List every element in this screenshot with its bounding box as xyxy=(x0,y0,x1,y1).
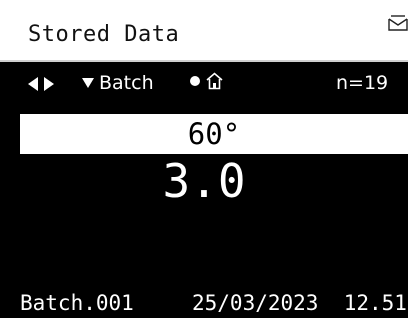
title-bar: Stored Data xyxy=(0,0,408,62)
footer-bar: Batch.001 25/03/2023 12.51 xyxy=(0,288,408,318)
filled-dot-icon xyxy=(190,76,200,86)
page-title: Stored Data xyxy=(28,22,180,47)
home-icon[interactable] xyxy=(206,72,223,90)
indicator-group xyxy=(190,72,223,90)
batch-filter-label: Batch xyxy=(99,72,154,94)
batch-filter[interactable]: Batch xyxy=(82,71,154,95)
measurement-angle: 60° xyxy=(187,117,241,151)
down-triangle-icon xyxy=(82,78,94,88)
date-time: 25/03/2023 12.51 xyxy=(192,288,408,318)
left-right-arrows-icon[interactable] xyxy=(28,76,54,92)
measurement-screen: Batch n=19 60° 3.0 Batch.001 25/03/2023 … xyxy=(0,62,408,318)
angle-bar: 60° xyxy=(20,114,408,154)
measurement-value: 3.0 xyxy=(162,154,246,208)
instrument-display: Stored Data Batch n=19 60° 3.0 Batch.001… xyxy=(0,0,408,318)
batch-name: Batch.001 xyxy=(20,291,134,315)
status-bar: Batch n=19 xyxy=(0,62,408,108)
time: 12.51 xyxy=(343,291,407,315)
date: 25/03/2023 xyxy=(192,291,319,315)
sample-count: n=19 xyxy=(336,72,389,94)
tray-icon[interactable] xyxy=(388,14,408,32)
